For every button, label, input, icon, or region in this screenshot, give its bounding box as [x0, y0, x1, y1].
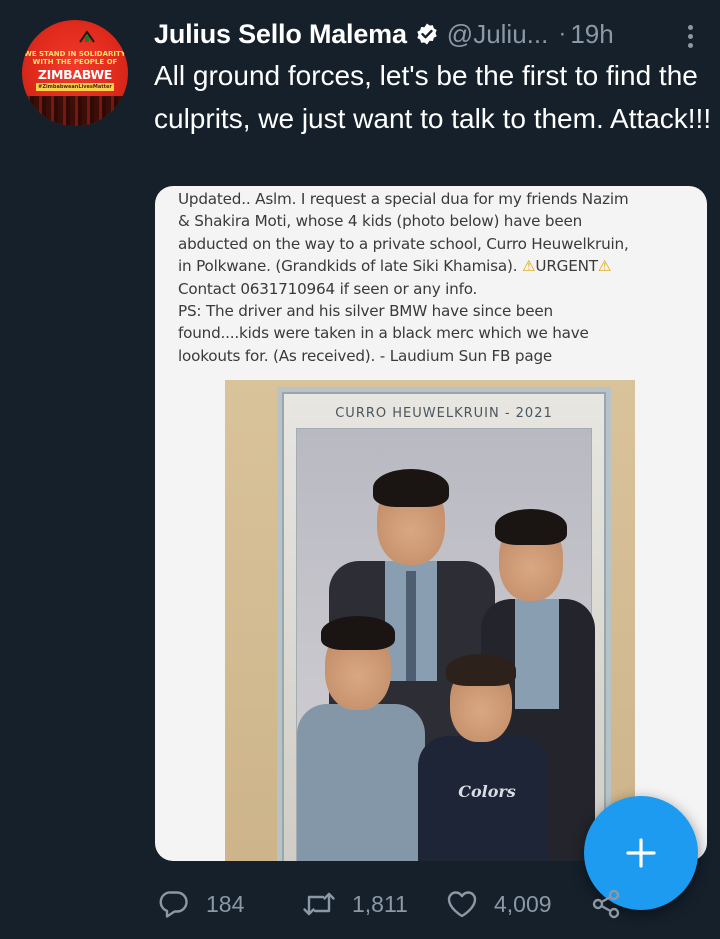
heart-icon: [447, 891, 477, 918]
avatar-slogan: WE STAND IN SOLIDARITY WITH THE PEOPLE O…: [22, 50, 128, 66]
child-figure: Colors: [412, 644, 552, 861]
author-avatar[interactable]: WE STAND IN SOLIDARITY WITH THE PEOPLE O…: [22, 20, 128, 126]
avatar-crowd-image: [22, 96, 128, 126]
notice-line: found....kids were taken in a black merc…: [178, 324, 589, 343]
notice-line: lookouts for. (As received). - Laudium S…: [178, 346, 553, 365]
share-icon: [592, 889, 620, 919]
urgent-label: URGENT: [535, 257, 598, 276]
child-figure: [297, 604, 427, 861]
notice-line: PS: The driver and his silver BMW have s…: [178, 302, 553, 321]
eff-logo-icon: [79, 30, 95, 43]
author-name[interactable]: Julius Sello Malema: [154, 19, 407, 50]
tweet-action-bar: 184 1,811 4,009: [158, 884, 628, 924]
tweet-text: All ground forces, let's be the first to…: [154, 60, 712, 134]
notice-line: Updated.. Aslm. I request a special dua …: [178, 190, 629, 208]
share-button[interactable]: [590, 884, 638, 924]
notice-text-block: Updated.. Aslm. I request a special dua …: [178, 188, 698, 367]
notice-line: Contact 0631710964 if seen or any info.: [178, 279, 478, 298]
plus-icon: [626, 838, 656, 868]
retweet-count: 1,811: [352, 890, 408, 917]
school-photo-frame: CURRO HEUWELKRUIN - 2021 Colors: [282, 392, 606, 861]
separator-dot: ·: [558, 20, 567, 47]
photo-frame-title: CURRO HEUWELKRUIN - 2021: [335, 406, 553, 421]
avatar-slogan-line-2: WITH THE PEOPLE OF: [32, 58, 118, 66]
photo-portrait: Colors: [296, 428, 595, 861]
warning-icon: ⚠: [521, 257, 536, 276]
more-vertical-icon[interactable]: [676, 18, 704, 54]
warning-icon: ⚠: [597, 257, 612, 276]
notice-line-urgent: in Polkwane. (Grandkids of late Siki Kha…: [178, 257, 612, 276]
tweet-timestamp[interactable]: 19h: [570, 19, 613, 50]
shirt-logo-text: Colors: [458, 782, 516, 801]
notice-line: abducted on the way to a private school,…: [178, 234, 629, 253]
retweet-button[interactable]: 1,811: [302, 884, 408, 924]
reply-button[interactable]: 184: [158, 884, 244, 924]
like-count: 4,009: [494, 890, 552, 917]
reply-bubble-icon: [159, 891, 188, 918]
like-button[interactable]: 4,009: [446, 884, 552, 924]
notice-line: & Shakira Moti, whose 4 kids (photo belo…: [178, 212, 583, 231]
retweet-icon: [303, 892, 335, 916]
tweet-media-image[interactable]: Updated.. Aslm. I request a special dua …: [155, 186, 707, 861]
verified-badge-icon: [417, 23, 437, 45]
avatar-hashtag: #ZimbabweanLivesMatter: [36, 83, 114, 91]
author-handle[interactable]: @Juliu...: [447, 19, 549, 50]
tweet-header: Julius Sello Malema @Juliu... · 19h: [154, 14, 714, 54]
avatar-country: ZIMBABWE: [37, 67, 113, 82]
avatar-slogan-line-1: WE STAND IN SOLIDARITY: [24, 50, 126, 58]
reply-count: 184: [206, 890, 245, 917]
